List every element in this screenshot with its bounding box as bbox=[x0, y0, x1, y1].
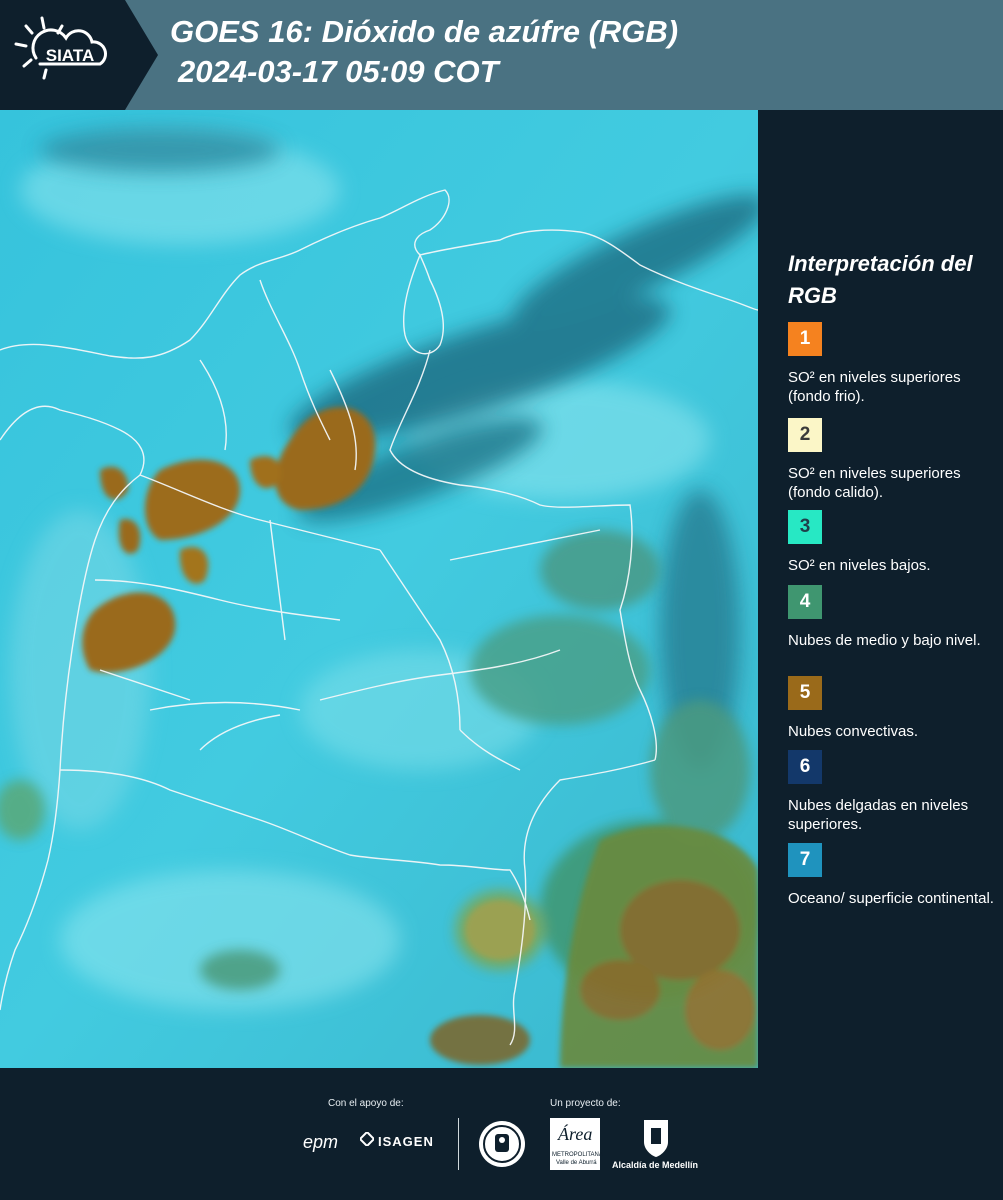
area-logo-word: Área bbox=[558, 1124, 593, 1144]
medellin-seal-icon bbox=[478, 1120, 526, 1168]
legend-label-3: SO² en niveles bajos. bbox=[788, 557, 931, 574]
support-label: Con el apoyo de: bbox=[328, 1098, 404, 1109]
legend-item-5: 5 Nubes convectivas. bbox=[788, 676, 998, 741]
isagen-logo: ISAGEN bbox=[378, 1134, 434, 1149]
legend-swatch-6: 6 bbox=[788, 750, 822, 784]
legend-swatch-3: 3 bbox=[788, 510, 822, 544]
alcaldia-shield-icon bbox=[640, 1118, 672, 1158]
legend-label-4: Nubes de medio y bajo nivel. bbox=[788, 632, 981, 649]
legend-item-1: 1 SO² en niveles superiores (fondo frio)… bbox=[788, 322, 998, 406]
legend-label-6: Nubes delgadas en niveles superiores. bbox=[788, 797, 969, 833]
legend-item-2: 2 SO² en niveles superiores (fondo calid… bbox=[788, 418, 998, 502]
isagen-icon bbox=[358, 1130, 376, 1148]
satellite-map bbox=[0, 110, 758, 1068]
area-logo-sub1: METROPOLITANA bbox=[552, 1152, 603, 1158]
siata-logo: SIATA bbox=[0, 0, 158, 110]
legend-label-5: Nubes convectivas. bbox=[788, 723, 919, 740]
legend-panel: Interpretación del RGB 1 SO² en niveles … bbox=[758, 110, 1003, 1068]
legend-swatch-4: 4 bbox=[788, 585, 822, 619]
legend-label-1: SO² en niveles superiores (fondo frio). bbox=[788, 369, 961, 405]
area-metropolitana-logo: Área METROPOLITANA Valle de Aburrá bbox=[550, 1118, 603, 1170]
project-label: Un proyecto de: bbox=[550, 1098, 621, 1109]
legend-item-7: 7 Oceano/ superficie continental. bbox=[788, 843, 998, 908]
footer-divider bbox=[458, 1118, 459, 1170]
legend-item-3: 3 SO² en niveles bajos. bbox=[788, 510, 998, 575]
legend-label-2: SO² en niveles superiores (fondo calido)… bbox=[788, 465, 961, 501]
area-logo-sub2: Valle de Aburrá bbox=[556, 1160, 597, 1166]
header-bar: SIATA GOES 16: Dióxido de azúfre (RGB) 2… bbox=[0, 0, 1003, 110]
legend-label-7: Oceano/ superficie continental. bbox=[788, 890, 994, 907]
legend-item-6: 6 Nubes delgadas en niveles superiores. bbox=[788, 750, 998, 834]
legend-item-4: 4 Nubes de medio y bajo nivel. bbox=[788, 585, 998, 650]
page-timestamp: 2024-03-17 05:09 COT bbox=[178, 54, 499, 89]
footer: Con el apoyo de: Un proyecto de: epm ISA… bbox=[0, 1068, 1003, 1200]
legend-swatch-5: 5 bbox=[788, 676, 822, 710]
logo-text: SIATA bbox=[46, 46, 94, 65]
legend-swatch-2: 2 bbox=[788, 418, 822, 452]
alcaldia-caption: Alcaldía de Medellín bbox=[612, 1160, 699, 1170]
legend-title: Interpretación del RGB bbox=[788, 251, 973, 308]
legend-swatch-1: 1 bbox=[788, 322, 822, 356]
legend-swatch-7: 7 bbox=[788, 843, 822, 877]
page-title: GOES 16: Dióxido de azúfre (RGB) bbox=[170, 14, 679, 49]
epm-logo: epm bbox=[303, 1132, 339, 1152]
